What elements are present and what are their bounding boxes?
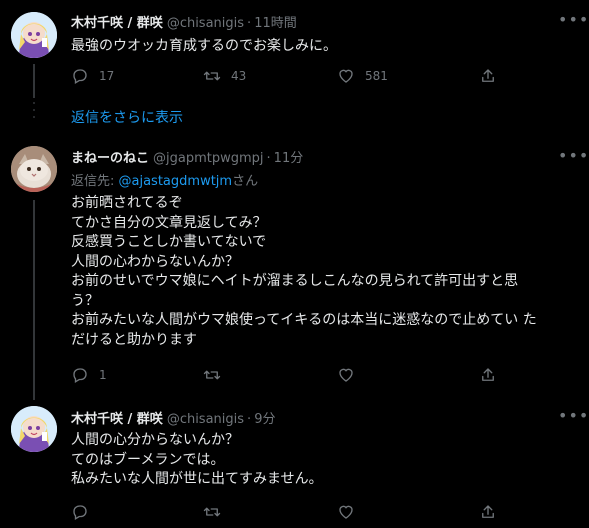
- like-count: 581: [365, 69, 388, 83]
- tweet-text-line: お前のせいでウマ娘にヘイトが溜まるしこんなの見られて許可出すと思: [71, 273, 519, 289]
- reply-to-mention[interactable]: @ajastagdmwtjm: [119, 174, 233, 189]
- timestamp[interactable]: 9分: [254, 412, 275, 427]
- timestamp[interactable]: 11時間: [254, 16, 297, 31]
- tweet-header: まねーのねこ @jgapmtpwgmpj · 11分: [71, 147, 303, 166]
- avatar-anime-girl-image: [11, 12, 57, 58]
- thread-gap-dots: [31, 100, 37, 130]
- display-name[interactable]: まねーのねこ: [71, 151, 149, 166]
- tweet-text-line: 反感買うことしか書いてないで: [71, 234, 267, 250]
- heart-icon: [339, 69, 353, 83]
- share-icon: [482, 69, 494, 82]
- more-icon[interactable]: •••: [558, 148, 588, 168]
- reply-to-suffix: さん: [232, 174, 259, 189]
- like-button[interactable]: [337, 503, 355, 521]
- tweet-text-line: 人間の心分からないんか？: [71, 432, 239, 448]
- more-icon[interactable]: •••: [558, 12, 588, 32]
- tweet-text-line: てかさ自分の文章見返してみ？: [71, 214, 267, 231]
- retweet-button[interactable]: [203, 366, 221, 384]
- display-name[interactable]: 木村千咲 / 群咲: [71, 412, 163, 427]
- tweet-text-line: お前晒されてるぞ: [71, 195, 183, 211]
- reply-count: 1: [99, 368, 107, 382]
- reply-to-prefix: 返信先:: [71, 174, 119, 189]
- display-name[interactable]: 木村千咲 / 群咲: [71, 16, 163, 31]
- tweet-text-line: う？: [71, 292, 99, 309]
- timestamp[interactable]: 11分: [274, 151, 304, 166]
- share-icon: [482, 505, 494, 518]
- user-handle[interactable]: @chisanigis: [167, 412, 244, 427]
- tweet-text: 最強のウオッカ育成するのでお楽しみに。: [71, 37, 576, 57]
- tweet-text-line: 人間の心わからないんか？: [71, 253, 239, 270]
- tweet-text-line: お前みたいな人間がウマ娘使ってイキるのは本当に迷惑なので止めてい た: [71, 312, 537, 328]
- tweet-3[interactable]: 木村千咲 / 群咲 @chisanigis · 9分 ••• 人間の心分からないんか？…: [0, 396, 589, 528]
- avatar[interactable]: [11, 406, 57, 452]
- like-button[interactable]: 581: [337, 67, 388, 85]
- reply-to: 返信先: @ajastagdmwtjmさん: [71, 170, 258, 189]
- show-more-replies-link[interactable]: 返信をさらに表示: [71, 107, 183, 127]
- tweet-actions: 1: [71, 366, 501, 386]
- avatar-anime-girl-image: [11, 406, 57, 452]
- tweet-actions: [71, 503, 501, 523]
- avatar[interactable]: [11, 12, 57, 58]
- reply-icon: [73, 368, 87, 383]
- share-icon: [482, 368, 494, 381]
- retweet-icon: [203, 71, 221, 81]
- reply-icon: [73, 505, 87, 520]
- user-handle[interactable]: @jgapmtpwgmpj: [153, 151, 264, 166]
- tweet-2[interactable]: まねーのねこ @jgapmtpwgmpj · 11分 ••• 返信先: @ajasta…: [0, 134, 589, 394]
- tweet-header: 木村千咲 / 群咲 @chisanigis · 11時間: [71, 12, 297, 31]
- share-button[interactable]: [479, 67, 497, 85]
- like-button[interactable]: [337, 366, 355, 384]
- tweet-text: お前晒されてるぞ てかさ自分の文章見返してみ？ 反感買うことしか書いてないで 人…: [71, 194, 576, 350]
- heart-icon: [339, 368, 353, 382]
- separator-dot: ·: [247, 412, 252, 427]
- share-button[interactable]: [479, 503, 497, 521]
- more-icon[interactable]: •••: [558, 408, 588, 428]
- reply-icon: [73, 69, 87, 84]
- retweet-button[interactable]: 43: [203, 67, 246, 85]
- avatar-cat-image: [11, 146, 57, 192]
- tweet-actions: 17 43 581: [71, 67, 501, 87]
- tweet-text-line: 最強のウオッカ育成するのでお楽しみに。: [71, 38, 337, 54]
- tweet-1[interactable]: 木村千咲 / 群咲 @chisanigis · 11時間 ••• 最強のウオッカ育成す…: [0, 0, 589, 100]
- reply-button[interactable]: 1: [71, 366, 107, 384]
- reply-count: 17: [99, 69, 115, 83]
- reply-button[interactable]: 17: [71, 67, 114, 85]
- tweet-text: 人間の心分からないんか？ てのはブーメランでは。 私みたいな人間が世に出てすみま…: [71, 431, 576, 490]
- separator-dot: ·: [247, 16, 252, 31]
- retweet-button[interactable]: [203, 503, 221, 521]
- separator-dot: ·: [266, 151, 271, 166]
- tweet-header: 木村千咲 / 群咲 @chisanigis · 9分: [71, 408, 275, 427]
- retweet-icon: [203, 507, 221, 517]
- tweet-text-line: てのはブーメランでは。: [71, 451, 225, 468]
- reply-button[interactable]: [71, 503, 89, 521]
- user-handle[interactable]: @chisanigis: [167, 16, 244, 31]
- tweet-text-line: だけると助かります: [71, 331, 197, 348]
- share-button[interactable]: [479, 366, 497, 384]
- retweet-count: 43: [231, 69, 247, 83]
- tweet-text-line: 私みたいな人間が世に出てすみません。: [71, 471, 323, 487]
- retweet-icon: [203, 370, 221, 380]
- heart-icon: [339, 505, 353, 519]
- avatar[interactable]: [11, 146, 57, 192]
